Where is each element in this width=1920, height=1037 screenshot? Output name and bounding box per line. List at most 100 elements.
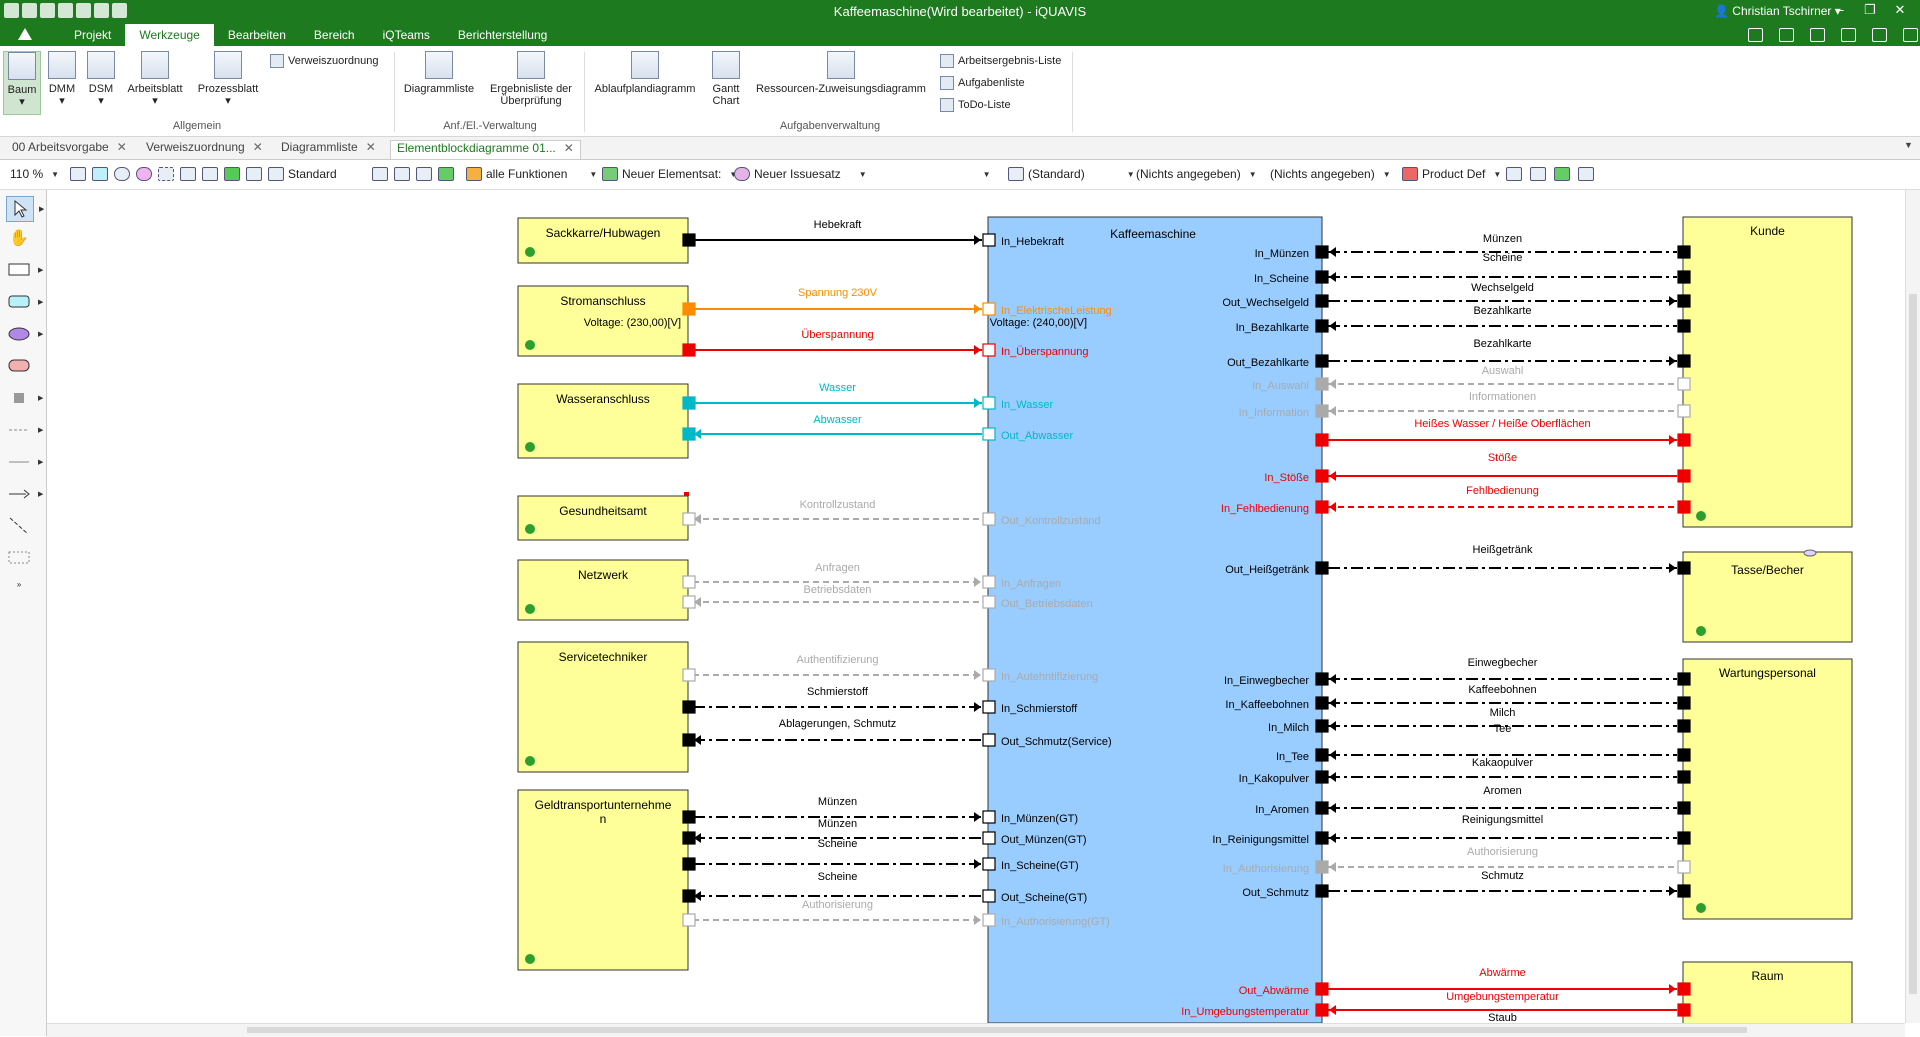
arrow-head[interactable]	[1329, 750, 1336, 760]
product-def-select[interactable]: Product Def ▼	[1402, 167, 1501, 181]
aufgabenliste-button[interactable]: Aufgabenliste	[940, 76, 1025, 90]
port[interactable]	[1677, 719, 1691, 733]
standard-select[interactable]: (Standard) ▼	[1008, 167, 1135, 181]
list-icon[interactable]	[1810, 28, 1825, 42]
arrow-head[interactable]	[974, 235, 981, 245]
port[interactable]	[682, 396, 696, 410]
verweiszuordnung-button[interactable]: Verweiszuordnung	[270, 54, 379, 68]
port[interactable]	[1677, 294, 1691, 308]
arrow-head[interactable]	[1669, 435, 1676, 445]
arrow-head[interactable]	[1669, 296, 1676, 306]
image-icon[interactable]	[202, 167, 218, 181]
port[interactable]	[682, 810, 696, 824]
user-account[interactable]: 👤 Christian Tschirner ▾	[1714, 4, 1841, 18]
port[interactable]	[1677, 1003, 1691, 1017]
port[interactable]	[1677, 748, 1691, 762]
port[interactable]	[1677, 469, 1691, 483]
close-icon[interactable]: ✕	[117, 140, 127, 154]
port[interactable]	[1315, 748, 1329, 762]
arrow-head[interactable]	[974, 304, 981, 314]
help-icon[interactable]	[1903, 28, 1918, 42]
port[interactable]	[1315, 770, 1329, 784]
port[interactable]	[982, 233, 996, 247]
arrow-head[interactable]	[1329, 772, 1336, 782]
doc-tab-verweiszuordnung[interactable]: Verweiszuordnung ✕	[146, 140, 263, 158]
arrow-head[interactable]	[1669, 563, 1676, 573]
port[interactable]	[982, 575, 996, 589]
port[interactable]	[982, 427, 996, 441]
arrow-head[interactable]	[1329, 471, 1336, 481]
port[interactable]	[982, 343, 996, 357]
elementsatz-select[interactable]: Neuer Elementsat:▼	[602, 167, 737, 181]
port[interactable]	[1315, 719, 1329, 733]
delete-filter-icon[interactable]	[416, 167, 432, 181]
diagram-canvas[interactable]: Sackkarre/Hubwagen Stromanschluss Wasseran…	[47, 190, 1905, 1023]
add-relation-icon[interactable]	[438, 167, 454, 181]
rounded-shape-icon[interactable]	[136, 167, 152, 181]
port[interactable]	[682, 733, 696, 747]
status-check-icon[interactable]	[1696, 511, 1706, 521]
port[interactable]	[1315, 404, 1329, 418]
arrow-head[interactable]	[1329, 247, 1336, 257]
grid-icon[interactable]	[224, 167, 240, 181]
left-block[interactable]	[517, 217, 689, 264]
port[interactable]	[1315, 500, 1329, 514]
arrow-head[interactable]	[1669, 886, 1676, 896]
doc-tab-arbeitsvorgabe[interactable]: 00 Arbeitsvorgabe ✕	[12, 140, 127, 158]
frame-icon[interactable]	[158, 167, 174, 181]
port[interactable]	[1315, 433, 1329, 447]
dsm-button[interactable]: DSM ▾	[84, 51, 118, 107]
arrow-head[interactable]	[1329, 833, 1336, 843]
arrow-head[interactable]	[1329, 698, 1336, 708]
port[interactable]	[1677, 982, 1691, 996]
arrow-head[interactable]	[974, 812, 981, 822]
tab-werkzeuge[interactable]: Werkzeuge	[125, 24, 214, 46]
ellipse-icon[interactable]	[114, 167, 130, 181]
ellipse-tool[interactable]: ▶	[6, 322, 43, 346]
select-tool[interactable]: ▶	[6, 196, 44, 222]
arrow-head[interactable]	[1329, 272, 1336, 282]
arrow-head[interactable]	[1329, 721, 1336, 731]
status-check-icon[interactable]	[525, 604, 535, 614]
arrow-head[interactable]	[1329, 379, 1336, 389]
port[interactable]	[682, 595, 696, 609]
scroll-thumb[interactable]	[247, 1027, 1747, 1033]
tab-bearbeiten[interactable]: Bearbeiten	[214, 24, 300, 46]
port[interactable]	[1677, 377, 1691, 391]
port[interactable]	[682, 427, 696, 441]
port[interactable]	[1677, 354, 1691, 368]
port[interactable]	[982, 396, 996, 410]
port[interactable]	[682, 889, 696, 903]
port[interactable]	[682, 343, 696, 357]
baum-button[interactable]: Baum ▾	[3, 51, 41, 115]
arbeitsergebnis-button[interactable]: Arbeitsergebnis-Liste	[940, 54, 1061, 68]
port[interactable]	[982, 889, 996, 903]
port[interactable]	[982, 595, 996, 609]
arrow-head[interactable]	[1329, 674, 1336, 684]
arrow-head[interactable]	[1329, 321, 1336, 331]
dashed-line-tool[interactable]: ▶	[6, 418, 43, 442]
port[interactable]	[1315, 377, 1329, 391]
layout-icon[interactable]	[372, 167, 388, 181]
app-menu-icon[interactable]	[18, 28, 32, 40]
port[interactable]	[1315, 469, 1329, 483]
port[interactable]	[682, 668, 696, 682]
arrow-head[interactable]	[974, 702, 981, 712]
port[interactable]	[982, 512, 996, 526]
connector-icon[interactable]	[268, 167, 284, 181]
arrow-head[interactable]	[1669, 984, 1676, 994]
zoom-select[interactable]: 110 % ▼	[10, 167, 59, 181]
right-block[interactable]	[1682, 216, 1853, 528]
arrow-head[interactable]	[974, 859, 981, 869]
port[interactable]	[682, 575, 696, 589]
structure-icon[interactable]	[1506, 167, 1522, 181]
port[interactable]	[1677, 561, 1691, 575]
status-check-icon[interactable]	[1696, 903, 1706, 913]
port[interactable]	[1315, 696, 1329, 710]
left-block[interactable]	[517, 495, 689, 541]
port[interactable]	[1677, 831, 1691, 845]
status-check-icon[interactable]	[525, 442, 535, 452]
arbeitsblatt-button[interactable]: Arbeitsblatt ▾	[122, 51, 188, 107]
pill-tool[interactable]	[6, 354, 32, 378]
status-check-icon[interactable]	[525, 340, 535, 350]
